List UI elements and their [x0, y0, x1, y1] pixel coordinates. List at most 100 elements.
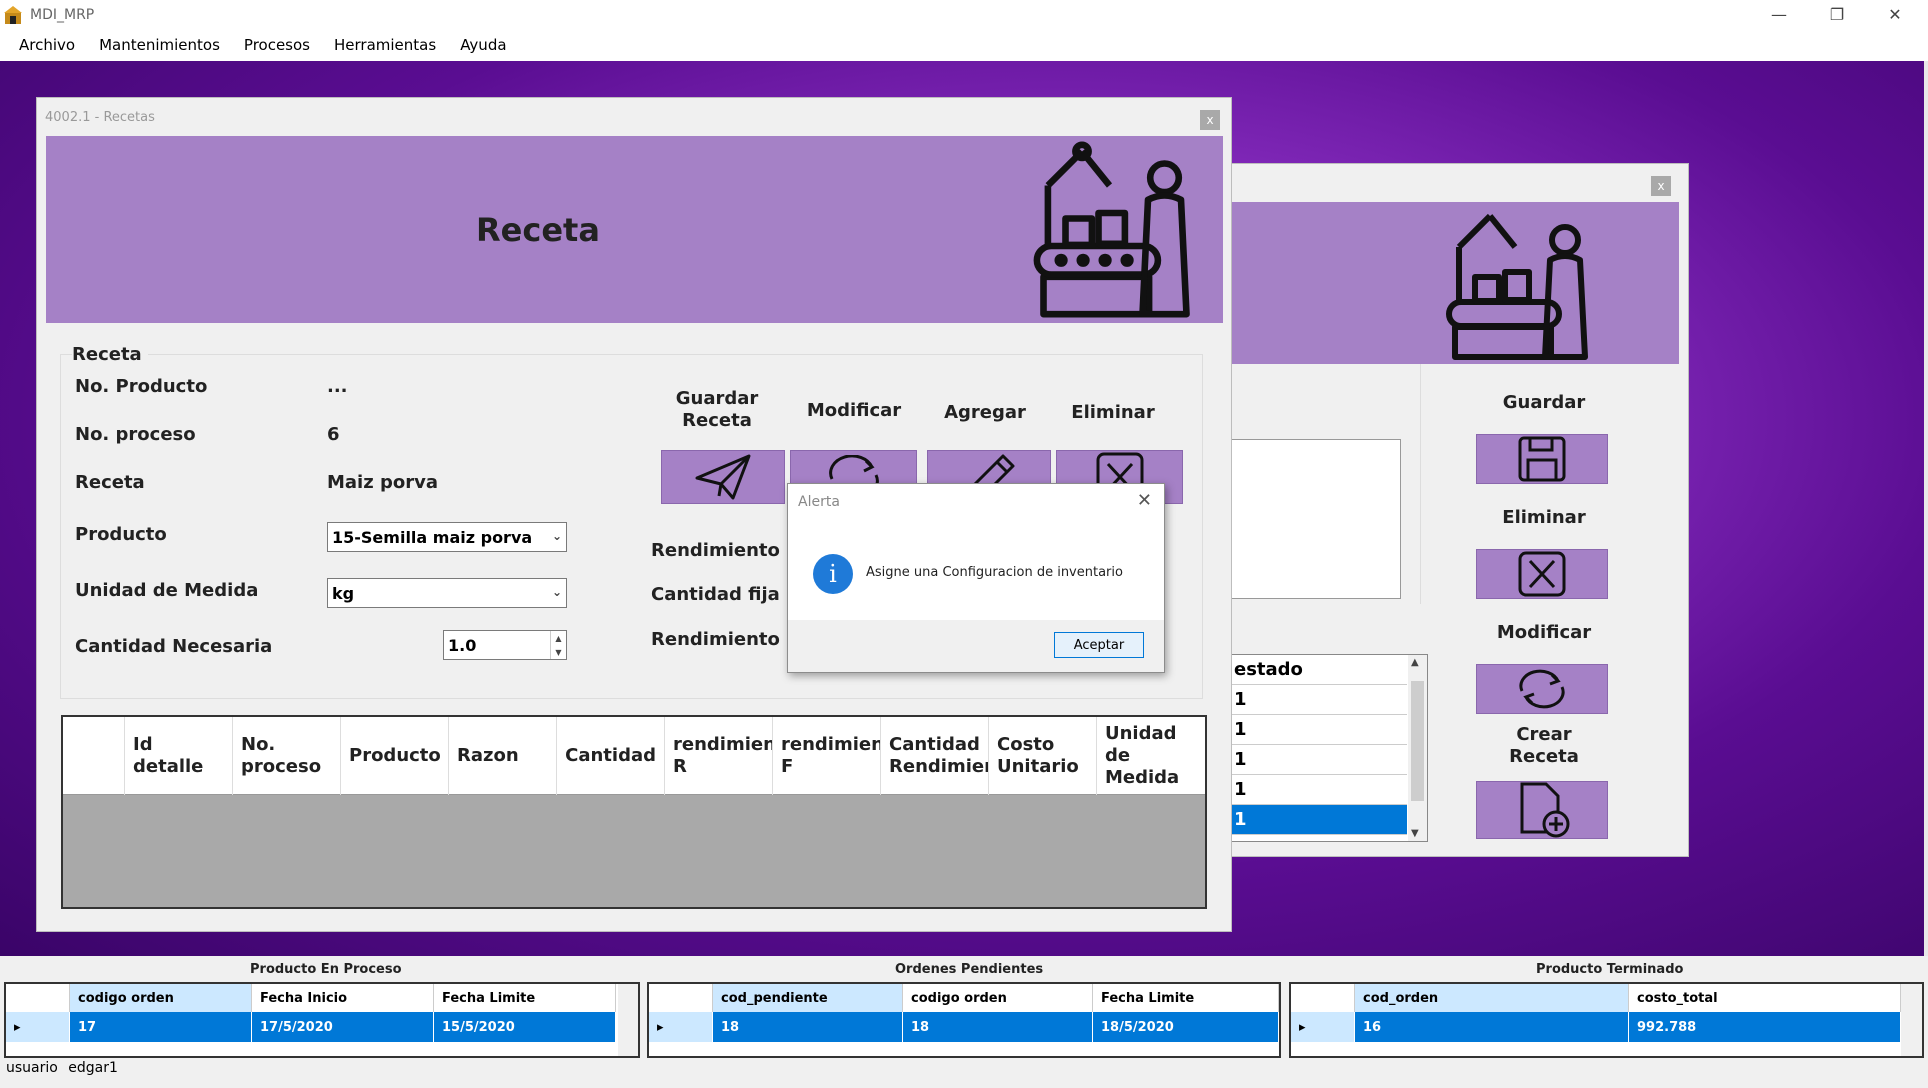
column-header[interactable]: rendimiento R: [665, 717, 773, 795]
alert-dialog: Alerta ✕ i Asigne una Configuracion de i…: [787, 483, 1165, 673]
detalle-grid[interactable]: Id detalle No. proceso Producto Razon Ca…: [61, 715, 1207, 909]
list-item[interactable]: 1: [1231, 715, 1407, 745]
list-item-selected[interactable]: 1: [1231, 805, 1407, 835]
save-icon: [1518, 436, 1566, 482]
column-header[interactable]: Fecha Limite: [1093, 984, 1279, 1012]
guardar-receta-button[interactable]: [661, 450, 785, 504]
refresh-icon: [1519, 669, 1565, 709]
column-header[interactable]: Id detalle: [125, 717, 233, 795]
stepper-arrows-icon[interactable]: ▲ ▼: [550, 631, 566, 659]
menu-archivo[interactable]: Archivo: [19, 36, 75, 54]
receta-label: Receta: [75, 472, 145, 493]
cantidad-stepper[interactable]: 1.0 ▲ ▼: [443, 630, 567, 660]
scrollbar[interactable]: [1901, 984, 1922, 1056]
no-producto-label: No. Producto: [75, 376, 208, 397]
column-header[interactable]: Unidad de Medida: [1097, 717, 1205, 795]
column-header[interactable]: Razon: [449, 717, 557, 795]
list-item[interactable]: 1: [1231, 775, 1407, 805]
table-cell[interactable]: 16: [1355, 1012, 1629, 1042]
column-header[interactable]: Cantidad: [557, 717, 665, 795]
cantidad-label: Cantidad Necesaria: [75, 636, 273, 657]
panel-title: Producto Terminado: [1536, 962, 1684, 977]
terminado-grid[interactable]: cod_orden costo_total ▸ 16 992.788: [1289, 982, 1924, 1058]
menu-procesos[interactable]: Procesos: [244, 36, 310, 54]
table-cell[interactable]: 18/5/2020: [1093, 1012, 1279, 1042]
guardar-label: Guardar: [1502, 392, 1586, 413]
list-item[interactable]: 1: [1231, 685, 1407, 715]
agregar-label: Agregar: [944, 402, 1026, 423]
column-header[interactable]: rendimiento F: [773, 717, 881, 795]
window-titlebar: 4002.1 - Recetas: [37, 98, 1231, 134]
table-cell[interactable]: 992.788: [1629, 1012, 1901, 1042]
menu-mantenimientos[interactable]: Mantenimientos: [99, 36, 220, 54]
unidad-select[interactable]: kg ⌄: [327, 578, 567, 608]
crear-receta-button[interactable]: [1476, 781, 1608, 839]
table-cell[interactable]: 15/5/2020: [434, 1012, 616, 1042]
column-header[interactable]: codigo orden: [70, 984, 252, 1012]
section-title: Receta: [72, 344, 148, 365]
pendientes-grid[interactable]: cod_pendiente codigo orden Fecha Limite …: [647, 982, 1281, 1058]
table-cell[interactable]: 18: [903, 1012, 1093, 1042]
table-cell[interactable]: 17: [70, 1012, 252, 1042]
modificar-label: Modificar: [806, 400, 902, 421]
scrollbar[interactable]: [618, 984, 638, 1056]
main-titlebar: MDI_MRP: [0, 0, 1928, 29]
close-window-button[interactable]: x: [1200, 110, 1220, 130]
column-header[interactable]: Producto: [341, 717, 449, 795]
column-header[interactable]: cod_pendiente: [713, 984, 903, 1012]
row-selector-icon[interactable]: ▸: [6, 1012, 70, 1042]
aceptar-button[interactable]: Aceptar: [1054, 632, 1144, 658]
table-cell[interactable]: 17/5/2020: [252, 1012, 434, 1042]
no-proceso-label: No. proceso: [75, 424, 196, 445]
list-item[interactable]: 1: [1231, 745, 1407, 775]
text-area[interactable]: [1226, 439, 1401, 599]
banner: [1230, 202, 1679, 364]
column-header[interactable]: Costo Unitario: [989, 717, 1097, 795]
guardar-button[interactable]: [1476, 434, 1608, 484]
row-selector-icon[interactable]: ▸: [1291, 1012, 1355, 1042]
close-icon[interactable]: ✕: [1137, 490, 1152, 511]
no-proceso-value: 6: [327, 424, 340, 445]
column-header[interactable]: Cantidad Rendimiento: [881, 717, 989, 795]
app-title: MDI_MRP: [30, 6, 95, 23]
rendimiento-r-label: Rendimiento R: [651, 540, 800, 561]
delete-icon: [1518, 551, 1566, 597]
eliminar-label: Eliminar: [1502, 507, 1586, 528]
no-producto-value: ...: [327, 376, 348, 397]
producto-select[interactable]: 15-Semilla maiz porva ⌄: [327, 522, 567, 552]
chevron-down-icon: ⌄: [551, 529, 562, 543]
column-header[interactable]: No. proceso: [233, 717, 341, 795]
column-header[interactable]: codigo orden: [903, 984, 1093, 1012]
bottom-panel: Producto En Proceso codigo orden Fecha I…: [0, 956, 1928, 1088]
window-title: 4002.1 - Recetas: [45, 110, 155, 125]
row-selector-icon[interactable]: ▸: [649, 1012, 713, 1042]
factory-icon: [1033, 141, 1190, 318]
producto-label: Producto: [75, 524, 167, 545]
modificar-button[interactable]: [1476, 664, 1608, 714]
menu-herramientas[interactable]: Herramientas: [334, 36, 436, 54]
column-header[interactable]: cod_orden: [1355, 984, 1629, 1012]
close-window-button[interactable]: x: [1651, 176, 1671, 196]
eliminar-label: Eliminar: [1071, 402, 1155, 423]
minimize-button[interactable]: —: [1750, 0, 1808, 29]
modificar-label: Modificar: [1496, 622, 1592, 643]
column-header[interactable]: Fecha Inicio: [252, 984, 434, 1012]
column-header[interactable]: costo_total: [1629, 984, 1901, 1012]
column-header[interactable]: Fecha Limite: [434, 984, 616, 1012]
user-label: usuario: [6, 1060, 58, 1076]
estado-list: estado 1 1 1 1 1 ▲ ▼: [1230, 654, 1428, 842]
user-value: edgar1: [68, 1060, 118, 1076]
menu-ayuda[interactable]: Ayuda: [460, 36, 506, 54]
scrollbar[interactable]: ▲ ▼: [1408, 655, 1427, 841]
table-cell[interactable]: 18: [713, 1012, 903, 1042]
eliminar-button[interactable]: [1476, 549, 1608, 599]
banner: Receta: [46, 136, 1223, 323]
info-icon: i: [813, 554, 853, 594]
restore-button[interactable]: ❐: [1808, 0, 1866, 29]
window-recetas-list: x estado 1 1 1 1 1 ▲ ▼ Guardar Eliminar …: [1226, 163, 1689, 857]
new-file-icon: [1520, 782, 1570, 838]
dialog-title: Alerta: [798, 494, 840, 510]
producto-select-value: 15-Semilla maiz porva: [332, 527, 533, 547]
close-app-button[interactable]: ✕: [1866, 0, 1924, 29]
proceso-grid[interactable]: codigo orden Fecha Inicio Fecha Limite ▸…: [4, 982, 640, 1058]
